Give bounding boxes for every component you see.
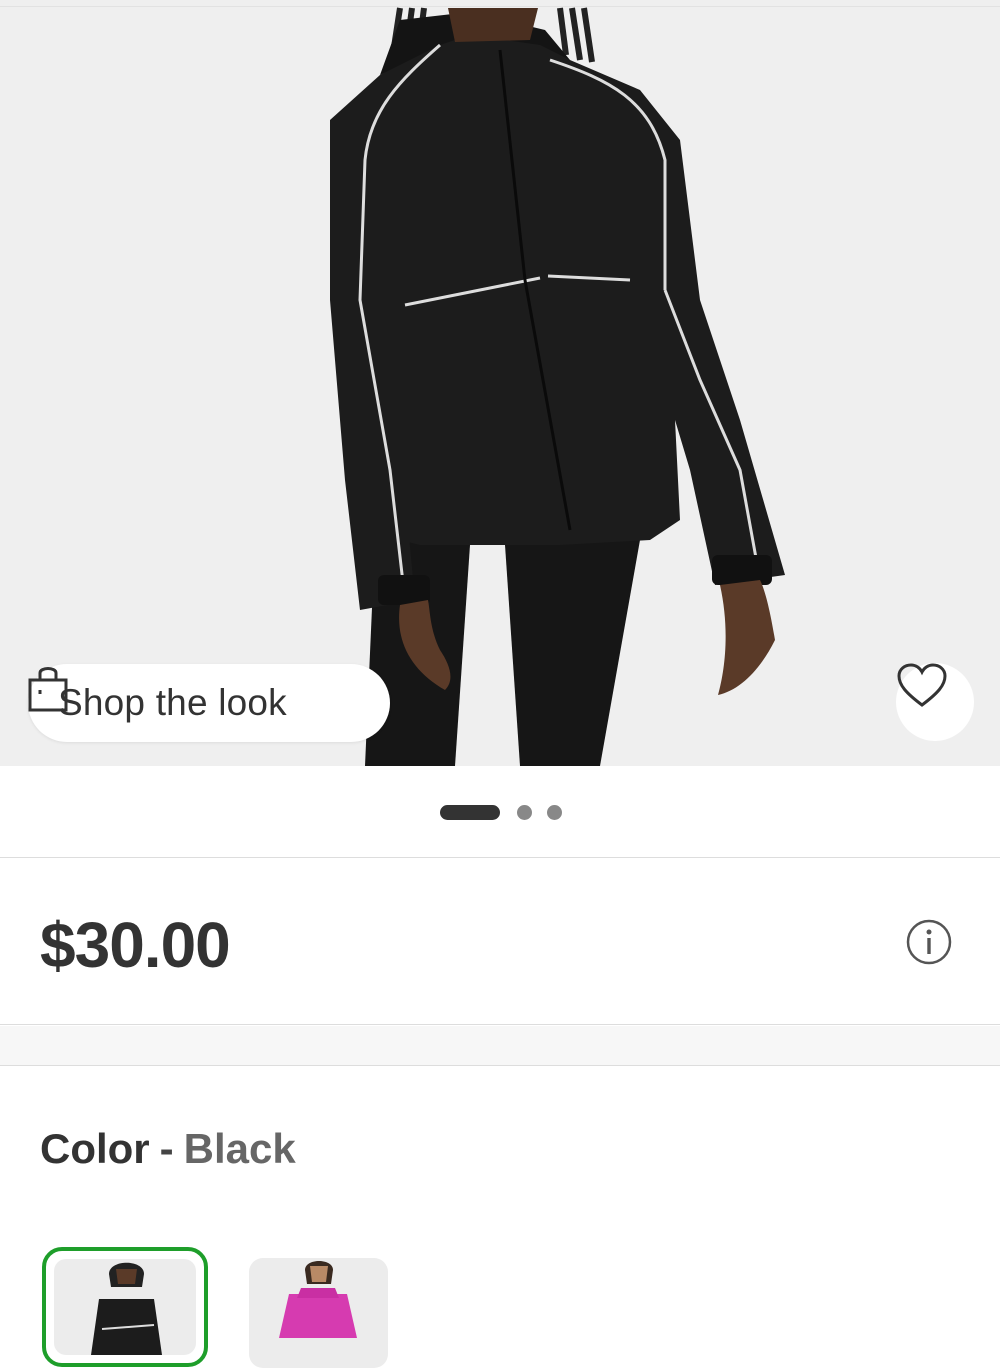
section-spacer [0, 1026, 1000, 1065]
carousel-dot-3[interactable] [547, 805, 562, 820]
product-image[interactable]: Shop the look [0, 0, 1000, 766]
divider [0, 1024, 1000, 1025]
carousel-dot-1[interactable] [440, 805, 500, 820]
color-option-pink[interactable] [249, 1258, 388, 1368]
black-jacket-thumbnail [91, 1262, 162, 1355]
divider [0, 857, 1000, 858]
carousel-dot-2[interactable] [517, 805, 532, 820]
divider [0, 1065, 1000, 1066]
jacket-photo [330, 7, 785, 766]
pink-jacket-thumbnail [279, 1261, 357, 1338]
color-option-black[interactable] [42, 1247, 208, 1367]
shop-the-look-label: Shop the look [58, 682, 287, 723]
selected-color: Black [183, 1125, 296, 1172]
color-separator: - [159, 1125, 174, 1172]
favorite-button[interactable] [896, 663, 974, 741]
carousel-indicator [0, 805, 1000, 821]
color-label: Color [40, 1125, 150, 1172]
info-icon[interactable] [906, 919, 952, 965]
color-heading: Color - Black [40, 1125, 296, 1173]
shopping-bag-icon [28, 667, 68, 712]
shop-the-look-button[interactable]: Shop the look [28, 664, 390, 742]
product-price: $30.00 [40, 909, 231, 981]
heart-icon [897, 663, 947, 707]
